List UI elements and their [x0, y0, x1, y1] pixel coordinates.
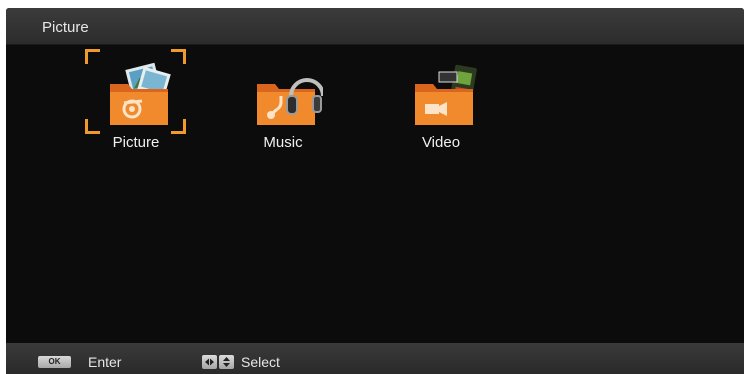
picture-folder-icon — [106, 52, 176, 136]
menu-item-label: Music — [263, 134, 303, 151]
music-folder-icon — [253, 52, 325, 136]
title-bar: Picture — [6, 8, 744, 45]
menu-item-picture[interactable]: Picture — [71, 48, 201, 158]
video-folder-icon — [411, 52, 481, 136]
arrow-keys-icon — [202, 355, 234, 369]
ok-key-icon: OK — [38, 356, 71, 368]
footer-hint-bar: OK Enter Select — [6, 343, 744, 374]
media-screen: Picture Picture Music Video OK Enter Sel… — [6, 8, 744, 374]
select-hint: Select — [241, 354, 280, 370]
page-title: Picture — [42, 19, 89, 36]
menu-item-label: Picture — [112, 134, 160, 151]
menu-item-music[interactable]: Music — [218, 48, 348, 158]
menu-item-video[interactable]: Video — [376, 48, 506, 158]
enter-hint: Enter — [88, 354, 122, 370]
menu-item-label: Video — [421, 134, 461, 151]
